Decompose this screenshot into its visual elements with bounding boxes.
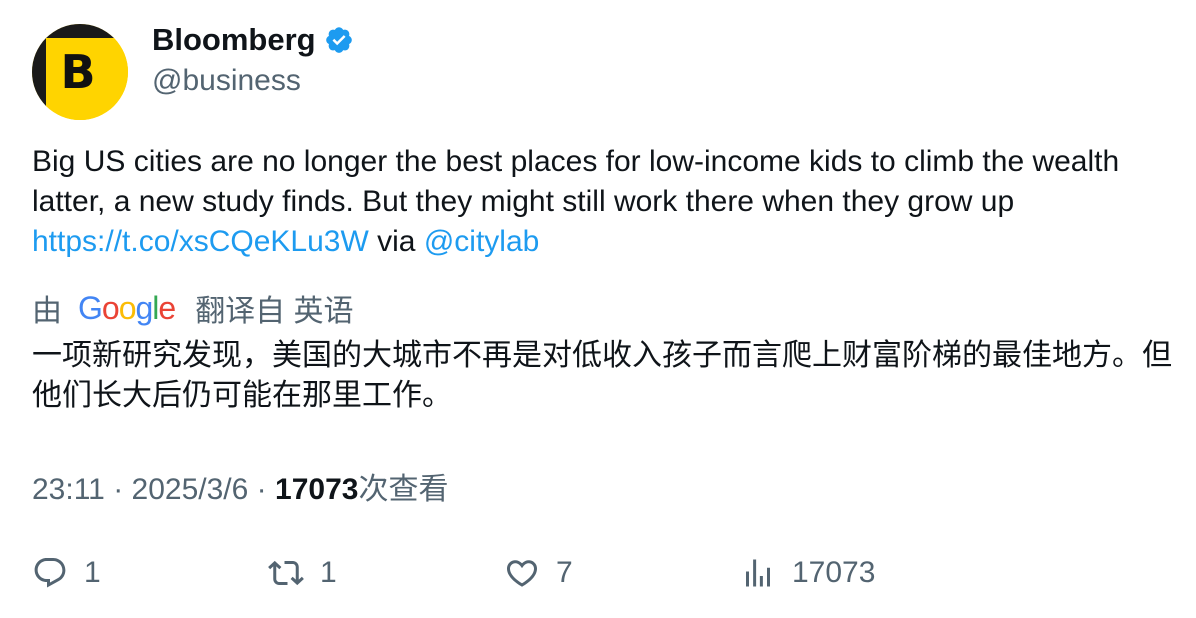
reply-button[interactable]: 1 (32, 550, 101, 596)
translation-attribution: 由 Google 翻译自 英语 (32, 286, 354, 330)
repost-button[interactable]: 1 (268, 550, 337, 596)
avatar-letter: B (46, 38, 128, 120)
like-count: 7 (556, 556, 573, 589)
name-row: Bloomberg (152, 22, 354, 58)
verified-badge-icon (325, 27, 352, 53)
account-handle[interactable]: @business (152, 64, 301, 98)
like-button[interactable]: 7 (504, 550, 573, 596)
mention-link[interactable]: @citylab (424, 225, 540, 258)
views-action-count: 17073 (792, 556, 876, 589)
avatar-left-band (32, 24, 46, 120)
avatar[interactable]: B (32, 24, 128, 120)
avatar-top-band (32, 24, 128, 38)
display-name[interactable]: Bloomberg (152, 22, 316, 58)
tweet-link[interactable]: https://t.co/xsCQeKLu3W (32, 225, 369, 258)
translated-text: 一项新研究发现，美国的大城市不再是对低收入孩子而言爬上财富阶梯的最佳地方。但他们… (32, 339, 1172, 412)
repost-count: 1 (320, 556, 337, 589)
tweet-date[interactable]: 2025/3/6 (132, 473, 249, 506)
action-bar: 1 1 7 17073 (0, 550, 1196, 596)
tweet-time[interactable]: 23:11 (32, 473, 105, 506)
tweet-text-part2: via (368, 225, 424, 258)
reply-count: 1 (84, 556, 101, 589)
views-count: 17073 (275, 473, 359, 506)
heart-icon (506, 560, 538, 587)
tweet-text-part1: Big US cities are no longer the best pla… (32, 145, 1120, 218)
repost-icon (268, 560, 304, 586)
views-button[interactable]: 17073 (740, 550, 875, 596)
views-label: 次查看 (358, 473, 449, 506)
tweet-meta: 23:11 · 2025/3/6 · 17073次查看 (32, 464, 448, 508)
tweet-text: Big US cities are no longer the best pla… (32, 142, 1172, 262)
google-logo: Google (78, 289, 176, 326)
translate-from-label[interactable]: 翻译自 英语 (195, 286, 353, 330)
meta-separator: · (256, 473, 267, 506)
meta-separator: · (113, 473, 124, 506)
reply-icon (34, 558, 66, 588)
analytics-icon (746, 559, 770, 587)
translate-by-label: 由 (32, 295, 62, 328)
